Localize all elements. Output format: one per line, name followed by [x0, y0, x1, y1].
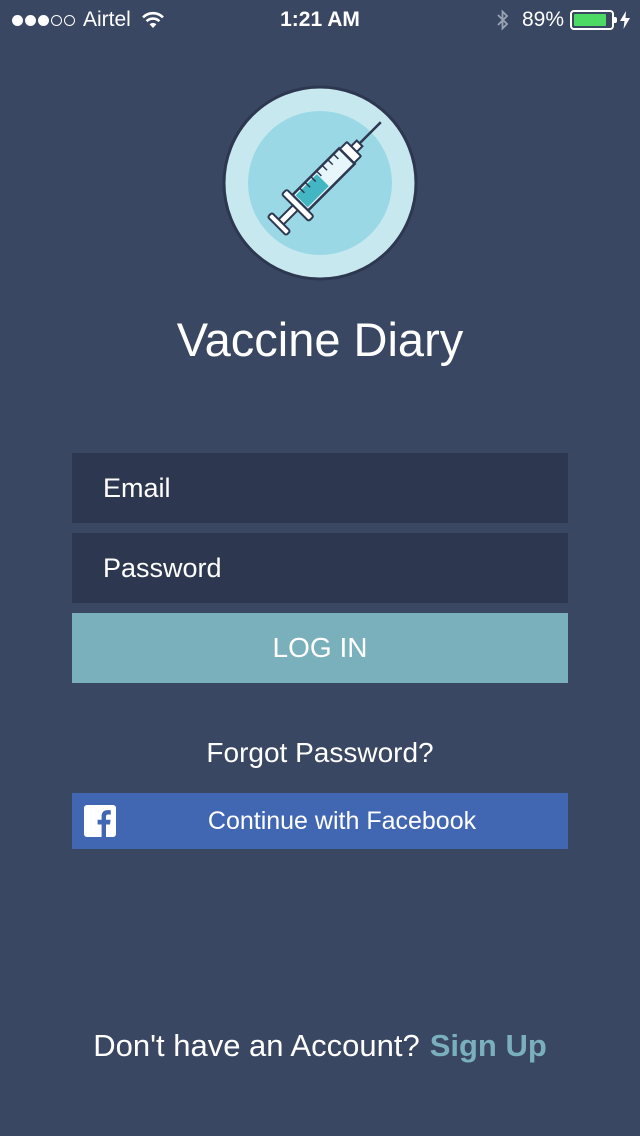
- bluetooth-icon: [496, 9, 510, 31]
- password-field[interactable]: [72, 533, 568, 603]
- signup-link[interactable]: Sign Up: [430, 1028, 547, 1063]
- battery-percentage: 89%: [521, 8, 564, 31]
- facebook-button-label: Continue with Facebook: [207, 806, 477, 835]
- status-bar: Airtel 1:21 AM 89%: [0, 0, 640, 40]
- facebook-icon: [84, 805, 116, 837]
- app-logo: [222, 85, 418, 281]
- syringe-icon: [222, 85, 418, 281]
- facebook-login-button[interactable]: Continue with Facebook: [72, 793, 568, 849]
- status-right: 89%: [496, 8, 630, 32]
- login-button[interactable]: LOG IN: [72, 613, 568, 683]
- battery-level: [574, 14, 607, 26]
- email-field[interactable]: [72, 453, 568, 523]
- signup-row: Don't have an Account? Sign Up: [0, 1028, 640, 1064]
- charging-bolt-icon: [620, 11, 630, 29]
- battery-icon: [570, 10, 617, 30]
- forgot-password-link[interactable]: Forgot Password?: [0, 737, 640, 769]
- signup-prompt: Don't have an Account?: [93, 1028, 420, 1063]
- app-title: Vaccine Diary: [176, 313, 464, 366]
